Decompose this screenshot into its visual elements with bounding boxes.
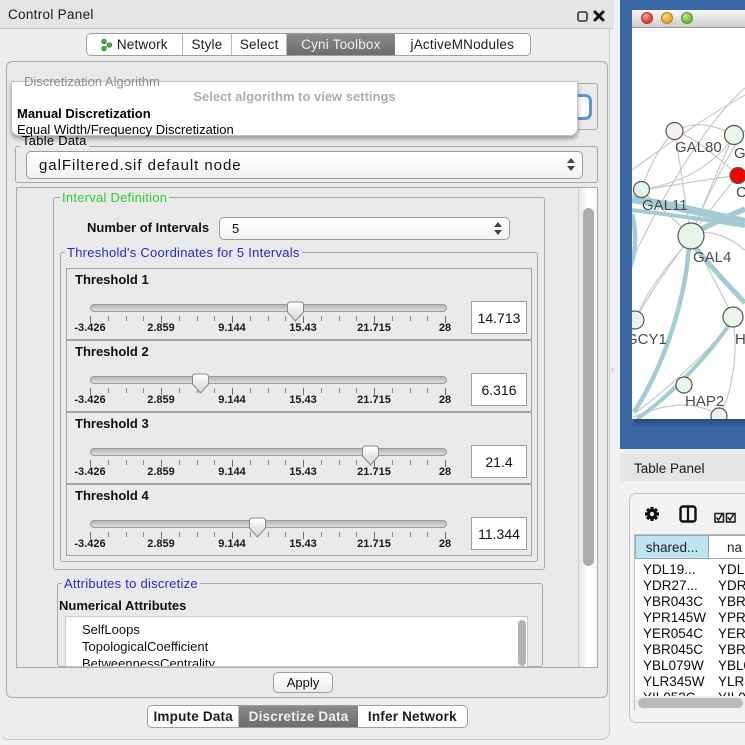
- svg-text:GAL80: GAL80: [675, 139, 722, 156]
- svg-text:GCY1: GCY1: [632, 331, 667, 348]
- svg-text:C: C: [736, 184, 745, 201]
- svg-text:HAP2: HAP2: [685, 393, 724, 410]
- svg-text:GA: GA: [734, 145, 745, 162]
- svg-text:GAL11: GAL11: [642, 197, 688, 214]
- svg-text:H: H: [735, 331, 745, 348]
- svg-text:GAL4: GAL4: [693, 249, 731, 266]
